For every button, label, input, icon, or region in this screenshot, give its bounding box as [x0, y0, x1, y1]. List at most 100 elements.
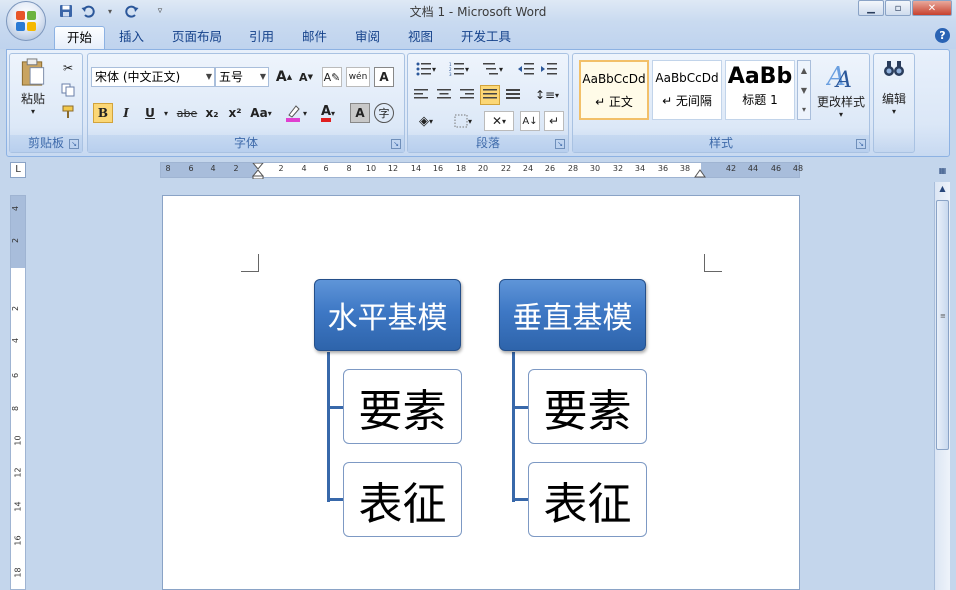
- copy-icon[interactable]: [58, 80, 78, 100]
- format-painter-icon[interactable]: [58, 102, 78, 122]
- scroll-thumb[interactable]: ≡: [936, 200, 949, 450]
- close-button[interactable]: ✕: [912, 0, 952, 16]
- numbering-button[interactable]: 1 2 3 ▾: [444, 59, 474, 79]
- tab-insert[interactable]: 插入: [107, 26, 156, 49]
- chinese-layout-button[interactable]: ✕ ▾: [484, 111, 514, 131]
- change-case-button[interactable]: Aa ▾: [248, 103, 274, 123]
- character-border-button[interactable]: A: [374, 67, 394, 87]
- office-button[interactable]: [6, 1, 46, 41]
- ribbon-tabs: 开始 插入 页面布局 引用 邮件 审阅 视图 开发工具 ?: [0, 22, 956, 49]
- phonetic-guide-button[interactable]: wén: [346, 67, 370, 87]
- view-ruler-icon[interactable]: ▦: [936, 166, 949, 179]
- ruler-number: 22: [500, 164, 512, 173]
- change-styles-button[interactable]: AA 更改样式 ▾: [813, 59, 869, 131]
- bullets-button[interactable]: ▾: [411, 59, 441, 79]
- ruler-number: 48: [792, 164, 804, 173]
- underline-button[interactable]: U: [140, 103, 160, 123]
- minimize-icon: ▁: [867, 2, 875, 14]
- cut-icon[interactable]: ✂: [58, 58, 78, 78]
- diagram-item[interactable]: 表征: [343, 462, 462, 537]
- shading-button[interactable]: ◈ ▾: [411, 111, 441, 131]
- align-right-icon: [460, 89, 474, 99]
- tab-selector-icon[interactable]: L: [10, 162, 26, 178]
- chevron-down-icon: ▾: [838, 110, 843, 119]
- justify-button[interactable]: [480, 85, 500, 105]
- increase-indent-button[interactable]: [539, 59, 559, 79]
- style-normal[interactable]: AaBbCcDd ↵ 正文: [579, 60, 649, 120]
- borders-button[interactable]: ▾: [448, 111, 478, 131]
- vertical-ruler[interactable]: 4 2 2 4 6 8 10 12 14 16 18: [10, 195, 26, 590]
- diagram-item[interactable]: 要素: [343, 369, 462, 444]
- font-name-combo[interactable]: 宋体 (中文正文) ▼: [91, 67, 215, 87]
- align-right-button[interactable]: [457, 85, 477, 105]
- decrease-indent-icon: [518, 63, 534, 75]
- font-size-combo[interactable]: 五号 ▼: [215, 67, 269, 87]
- chevron-down-icon: ▾: [891, 107, 896, 116]
- highlight-color-button[interactable]: ▾: [282, 103, 310, 123]
- sort-button[interactable]: A↓: [520, 111, 540, 131]
- enclose-characters-button[interactable]: 字: [374, 103, 394, 123]
- diagram-header-vertical[interactable]: 垂直基模: [499, 279, 646, 351]
- font-launcher-icon[interactable]: ↘: [391, 139, 401, 149]
- multilevel-list-icon: [482, 63, 498, 75]
- distributed-button[interactable]: [503, 85, 523, 105]
- shrink-font-button[interactable]: A ▼: [296, 67, 316, 87]
- paste-button[interactable]: 粘贴 ▾: [16, 58, 50, 116]
- tab-references[interactable]: 引用: [237, 26, 286, 49]
- crop-mark: [241, 254, 259, 272]
- ruler-number: 2: [278, 164, 284, 173]
- change-styles-label: 更改样式: [816, 95, 865, 109]
- clear-format-button[interactable]: A✎: [322, 67, 342, 87]
- maximize-button[interactable]: ▫: [885, 0, 911, 16]
- show-marks-button[interactable]: ↵: [544, 111, 564, 131]
- crop-mark: [704, 254, 722, 272]
- align-left-button[interactable]: [411, 85, 431, 105]
- diagram-header-horizontal[interactable]: 水平基模: [314, 279, 461, 351]
- ruler-number: 6: [323, 164, 329, 173]
- diagram-item[interactable]: 要素: [528, 369, 647, 444]
- right-indent-marker-icon[interactable]: [694, 166, 706, 178]
- superscript-button[interactable]: x²: [225, 103, 245, 123]
- document-page[interactable]: 水平基模 要素 表征 垂直基模 要素 表征: [162, 195, 800, 590]
- decrease-indent-button[interactable]: [516, 59, 536, 79]
- tab-developer[interactable]: 开发工具: [449, 26, 523, 49]
- style-no-spacing[interactable]: AaBbCcDd ↵ 无间隔: [652, 60, 722, 120]
- tab-view[interactable]: 视图: [396, 26, 445, 49]
- styles-scroll[interactable]: ▲ ▼ ▾: [797, 60, 811, 120]
- italic-button[interactable]: I: [116, 103, 136, 123]
- minimize-button[interactable]: ▁: [858, 0, 884, 16]
- line-spacing-button[interactable]: ↕≡ ▾: [532, 85, 562, 105]
- diagram-item[interactable]: 表征: [528, 462, 647, 537]
- underline-dropdown-icon[interactable]: ▾: [160, 103, 172, 123]
- editing-button[interactable]: 编辑 ▾: [876, 58, 912, 128]
- paragraph-launcher-icon[interactable]: ↘: [555, 139, 565, 149]
- horizontal-ruler[interactable]: 8 6 4 2 2 4 6 8 10 12 14 16 18 20 22 24 26 28 30 32 34 36 38 42…: [160, 162, 804, 179]
- more-styles-icon[interactable]: ▾: [798, 101, 810, 119]
- tab-mailings[interactable]: 邮件: [290, 26, 339, 49]
- ruler-number: 14: [13, 501, 23, 512]
- style-heading-1[interactable]: AaBb 标题 1: [725, 60, 795, 120]
- subscript-button[interactable]: x₂: [202, 103, 222, 123]
- tab-page-layout[interactable]: 页面布局: [160, 26, 234, 49]
- ruler-number: 10: [365, 164, 377, 173]
- editing-label: 编辑: [881, 92, 906, 106]
- styles-launcher-icon[interactable]: ↘: [856, 139, 866, 149]
- scroll-up-icon[interactable]: ▲: [798, 61, 810, 81]
- help-icon[interactable]: ?: [935, 28, 950, 43]
- grow-font-button[interactable]: A ▲: [274, 67, 294, 87]
- clipboard-launcher-icon[interactable]: ↘: [69, 139, 79, 149]
- indent-marker-icon[interactable]: [252, 163, 264, 179]
- bold-button[interactable]: B: [93, 103, 113, 123]
- font-color-button[interactable]: A ▾: [314, 103, 342, 123]
- scroll-down-icon[interactable]: ▼: [798, 81, 810, 101]
- strikethrough-button[interactable]: abe: [174, 103, 200, 123]
- character-shading-button[interactable]: A: [350, 103, 370, 123]
- paste-label: 粘贴: [20, 92, 45, 106]
- align-center-button[interactable]: [434, 85, 454, 105]
- multilevel-list-button[interactable]: ▾: [478, 59, 508, 79]
- tab-review[interactable]: 审阅: [343, 26, 392, 49]
- scroll-up-arrow-icon[interactable]: ▲: [936, 184, 949, 197]
- tab-home[interactable]: 开始: [54, 26, 106, 49]
- binoculars-icon: [884, 61, 904, 76]
- vertical-scrollbar[interactable]: ▦ ▲ ≡: [934, 166, 950, 590]
